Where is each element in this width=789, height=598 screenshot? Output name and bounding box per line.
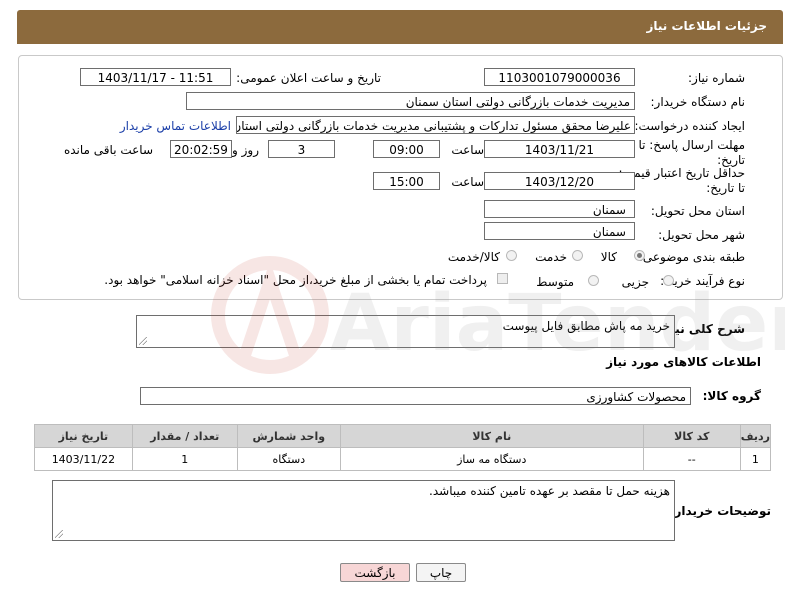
purchase-option-medium: متوسط	[536, 275, 574, 289]
buyer-notes-label: توضیحات خریدار:	[669, 504, 771, 518]
remaining-time-field: 20:02:59	[170, 140, 232, 158]
page-title: جزئیات اطلاعات نیاز	[646, 19, 767, 33]
column-header-goods-code: کد کالا	[642, 424, 741, 448]
goods-table: ردیف کد کالا نام کالا واحد شمارش تعداد /…	[34, 424, 772, 471]
province-label: استان محل تحویل:	[650, 204, 745, 218]
buyer-org-field: مدیریت خدمات بازرگانی دولتی استان سمنان	[186, 92, 635, 110]
category-radio-goods-service[interactable]	[506, 250, 517, 261]
announce-label: تاریخ و ساعت اعلان عمومی:	[236, 71, 381, 85]
city-field: سمنان	[484, 222, 635, 240]
goods-section-title: اطلاعات کالاهای مورد نیاز	[606, 355, 761, 369]
column-header-unit: واحد شمارش	[236, 424, 341, 448]
purchase-option-minor: جزیی	[621, 275, 649, 289]
days-field: 3	[268, 140, 335, 158]
reply-time-label: ساعت	[451, 143, 484, 157]
cell-goods-name: دستگاه مه ساز	[339, 447, 644, 471]
buyer-contact-link[interactable]: اطلاعات تماس خریدار	[120, 119, 231, 133]
buyer-notes-text: هزینه حمل تا مقصد بر عهده تامین کننده می…	[429, 484, 670, 498]
column-header-quantity: تعداد / مقدار	[131, 424, 238, 448]
cell-goods-code: --	[642, 447, 741, 471]
cell-row-number: 1	[739, 447, 772, 471]
province-field: سمنان	[484, 200, 635, 218]
creator-field: علیرضا محقق مسئول تدارکات و پشتیبانی مدی…	[236, 116, 635, 134]
description-textarea[interactable]: خرید مه پاش مطابق فایل پیوست	[136, 315, 675, 348]
goods-group-label: گروه کالا:	[702, 389, 761, 403]
price-time-label: ساعت	[451, 175, 484, 189]
category-option-service: خدمت	[535, 250, 567, 264]
resize-grip-icon[interactable]	[139, 337, 147, 345]
category-label: طبقه بندی موضوعی:	[638, 250, 745, 264]
purchase-radio-medium[interactable]	[588, 275, 599, 286]
need-number-field: 1103001079000036	[484, 68, 635, 86]
page-header: جزئیات اطلاعات نیاز	[17, 10, 783, 44]
price-date-field: 1403/12/20	[484, 172, 635, 190]
cell-unit: دستگاه	[236, 447, 341, 471]
print-button[interactable]: چاپ	[416, 563, 466, 582]
category-option-goods-service: کالا/خدمت	[447, 250, 500, 264]
need-number-label: شماره نیاز:	[688, 71, 745, 85]
cell-quantity: 1	[131, 447, 238, 471]
table-header-row: ردیف کد کالا نام کالا واحد شمارش تعداد /…	[34, 424, 772, 448]
goods-group-field: محصولات کشاورزی	[140, 387, 691, 405]
treasury-payment-note: پرداخت تمام یا بخشی از مبلغ خرید،از محل …	[104, 273, 487, 287]
announce-field: 1403/11/17 - 11:51	[80, 68, 231, 86]
column-header-need-date: تاریخ نیاز	[34, 424, 133, 448]
column-header-row-number: ردیف	[739, 424, 772, 448]
table-row: 1 -- دستگاه مه ساز دستگاه 1 1403/11/22	[34, 447, 772, 471]
days-label: روز و	[232, 143, 259, 157]
cell-need-date: 1403/11/22	[34, 447, 133, 471]
column-header-goods-name: نام کالا	[339, 424, 644, 448]
buyer-notes-textarea[interactable]: هزینه حمل تا مقصد بر عهده تامین کننده می…	[52, 480, 675, 541]
buyer-org-label: نام دستگاه خریدار:	[650, 95, 746, 109]
reply-date-field: 1403/11/21	[484, 140, 635, 158]
category-option-goods: کالا	[600, 250, 617, 264]
description-text: خرید مه پاش مطابق فایل پیوست	[502, 319, 670, 333]
category-radio-goods[interactable]	[634, 250, 645, 261]
reply-time-field: 09:00	[373, 140, 440, 158]
back-button[interactable]: بازگشت	[340, 563, 410, 582]
price-time-field: 15:00	[373, 172, 440, 190]
treasury-payment-checkbox[interactable]	[497, 273, 508, 284]
creator-label: ایجاد کننده درخواست:	[634, 119, 745, 133]
remaining-label: ساعت باقی مانده	[63, 143, 153, 157]
resize-grip-icon[interactable]	[55, 530, 63, 538]
category-radio-service[interactable]	[572, 250, 583, 261]
city-label: شهر محل تحویل:	[658, 228, 745, 242]
purchase-radio-minor[interactable]	[663, 275, 674, 286]
